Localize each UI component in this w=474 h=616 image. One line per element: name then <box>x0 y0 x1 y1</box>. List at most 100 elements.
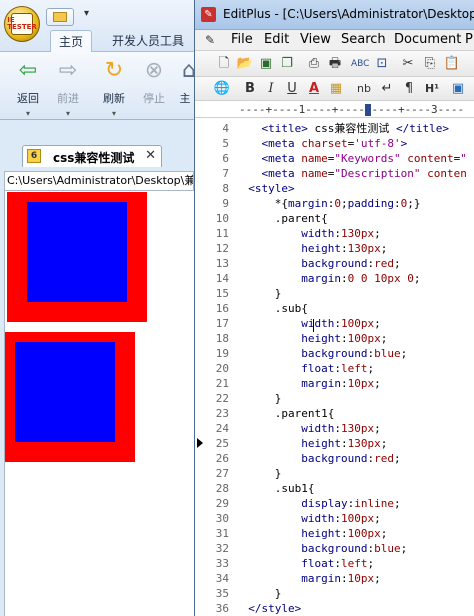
code-line[interactable]: width:100px; <box>235 316 474 331</box>
menu-file[interactable]: File <box>231 32 253 47</box>
code-line[interactable]: float:left; <box>235 556 474 571</box>
html-toolbar: 🌐 B I U A ▦ nb ↵ ¶ H¹ ▣ <box>195 77 474 101</box>
forward-label: 前进 <box>57 92 79 105</box>
menu-project[interactable]: P <box>465 32 473 47</box>
back-button[interactable]: ⇦ 返回 ▾ <box>10 58 46 119</box>
new-file-icon[interactable]: 🗋 <box>215 55 233 73</box>
code-line[interactable]: <meta name="Keywords" content=" <box>235 151 474 166</box>
code-line[interactable]: *{margin:0;padding:0;} <box>235 196 474 211</box>
document-tab-title: css兼容性测试 <box>53 151 135 165</box>
print-preview-icon[interactable]: ⎙ <box>305 55 323 73</box>
quick-access-folder-icon[interactable] <box>46 8 74 26</box>
tab-home[interactable]: 主页 <box>50 30 93 52</box>
paste-icon[interactable]: 📋 <box>443 55 461 73</box>
print-icon[interactable]: 🖶 <box>326 55 344 73</box>
code-line[interactable]: <meta name="Description" conten <box>235 166 474 181</box>
line-number: 31 <box>215 527 229 540</box>
code-editor[interactable]: <title> css兼容性测试 </title> <meta charset=… <box>235 118 474 616</box>
copy-icon[interactable]: ⎘ <box>421 55 439 73</box>
line-number: 35 <box>215 587 229 600</box>
browser-icon[interactable]: ⊡ <box>373 55 391 73</box>
code-line[interactable]: <title> css兼容性测试 </title> <box>235 121 474 136</box>
close-icon[interactable]: ✕ <box>145 148 156 163</box>
forward-button[interactable]: ⇨ 前进 ▾ <box>50 58 86 119</box>
chevron-down-icon[interactable]: ▾ <box>96 109 132 118</box>
address-bar[interactable]: C:\Users\Administrator\Desktop\兼容 <box>4 171 194 191</box>
code-line[interactable]: height:100px; <box>235 526 474 541</box>
standard-toolbar: 🗋 📂 ▣ ❐ ⎙ 🖶 ABC ⊡ ✂ ⎘ 📋 <box>195 51 474 77</box>
code-line[interactable]: display:inline; <box>235 496 474 511</box>
line-number: 27 <box>215 467 229 480</box>
line-break-icon[interactable]: ↵ <box>378 80 396 98</box>
spellcheck-icon[interactable]: ABC <box>351 55 369 73</box>
nbsp-icon[interactable]: nb <box>355 80 373 98</box>
code-line[interactable]: <style> <box>235 181 474 196</box>
code-line[interactable]: width:130px; <box>235 421 474 436</box>
document-menu-icon[interactable]: ✎ <box>205 33 219 47</box>
underline-icon[interactable]: U <box>283 80 301 98</box>
ruler-scale: ----+----1----+----2----+----3---- <box>239 103 465 116</box>
code-line[interactable]: width:130px; <box>235 226 474 241</box>
code-line[interactable]: height:100px; <box>235 331 474 346</box>
refresh-button[interactable]: ↻ 刷新 ▾ <box>96 58 132 119</box>
chevron-down-icon[interactable]: ▾ <box>50 109 86 118</box>
line-number: 8 <box>222 182 229 195</box>
ietester-window: IE TESTER ▾ 主页 开发人员工具 ⇦ 返回 ▾ ⇨ 前进 ▾ ↻ 刷新… <box>0 0 194 616</box>
code-line[interactable]: background:red; <box>235 256 474 271</box>
ietester-logo-icon[interactable]: IE TESTER <box>4 6 40 42</box>
menu-view[interactable]: View <box>300 32 331 47</box>
code-line[interactable]: background:red; <box>235 451 474 466</box>
home-icon: ⌂ <box>182 58 194 83</box>
code-line[interactable]: background:blue; <box>235 346 474 361</box>
code-line[interactable]: <meta charset='utf-8'> <box>235 136 474 151</box>
line-number: 5 <box>222 137 229 150</box>
tab-developer-tools[interactable]: 开发人员工具 <box>104 30 192 52</box>
image-icon[interactable]: ▣ <box>449 80 467 98</box>
code-line[interactable]: margin:10px; <box>235 571 474 586</box>
line-number: 34 <box>215 572 229 585</box>
menu-search[interactable]: Search <box>341 32 386 47</box>
heading-icon[interactable]: H¹ <box>423 80 441 98</box>
save-icon[interactable]: ▣ <box>257 55 275 73</box>
open-folder-icon[interactable]: 📂 <box>236 55 254 73</box>
italic-icon[interactable]: I <box>262 80 280 98</box>
code-line[interactable]: } <box>235 286 474 301</box>
chevron-down-icon[interactable]: ▾ <box>10 109 46 118</box>
document-tab[interactable]: 6 css兼容性测试 ✕ <box>22 145 162 167</box>
color-grid-icon[interactable]: ▦ <box>327 80 345 98</box>
code-line[interactable]: margin:10px; <box>235 376 474 391</box>
paragraph-icon[interactable]: ¶ <box>400 80 418 98</box>
menu-edit[interactable]: Edit <box>264 32 289 47</box>
menu-document[interactable]: Document <box>394 32 461 47</box>
line-number: 6 <box>222 152 229 165</box>
code-line[interactable]: .parent1{ <box>235 406 474 421</box>
home-button[interactable]: ⌂ 主 <box>176 58 195 116</box>
code-line[interactable]: .parent{ <box>235 211 474 226</box>
stop-button[interactable]: ⊗ 停止 <box>136 58 172 116</box>
bold-icon[interactable]: B <box>241 80 259 98</box>
line-number: 17 <box>215 317 229 330</box>
code-line[interactable]: } <box>235 466 474 481</box>
quick-access-menu-icon[interactable]: ▾ <box>84 8 89 19</box>
code-line[interactable]: } <box>235 391 474 406</box>
line-number: 10 <box>215 212 229 225</box>
editplus-app-icon[interactable]: ✎ <box>201 7 216 22</box>
line-number: 19 <box>215 347 229 360</box>
code-line[interactable]: } <box>235 586 474 601</box>
code-line[interactable]: float:left; <box>235 361 474 376</box>
line-number: 11 <box>215 227 229 240</box>
code-line[interactable]: margin:0 0 10px 0; <box>235 271 474 286</box>
code-line[interactable]: </style> <box>235 601 474 616</box>
code-line[interactable]: height:130px; <box>235 436 474 451</box>
code-line[interactable]: .sub{ <box>235 301 474 316</box>
line-number: 13 <box>215 257 229 270</box>
globe-icon[interactable]: 🌐 <box>213 80 231 98</box>
parent-box <box>7 192 147 322</box>
font-color-icon[interactable]: A <box>305 80 323 98</box>
code-line[interactable]: width:100px; <box>235 511 474 526</box>
code-line[interactable]: height:130px; <box>235 241 474 256</box>
save-all-icon[interactable]: ❐ <box>278 55 296 73</box>
code-line[interactable]: background:blue; <box>235 541 474 556</box>
cut-icon[interactable]: ✂ <box>399 55 417 73</box>
code-line[interactable]: .sub1{ <box>235 481 474 496</box>
